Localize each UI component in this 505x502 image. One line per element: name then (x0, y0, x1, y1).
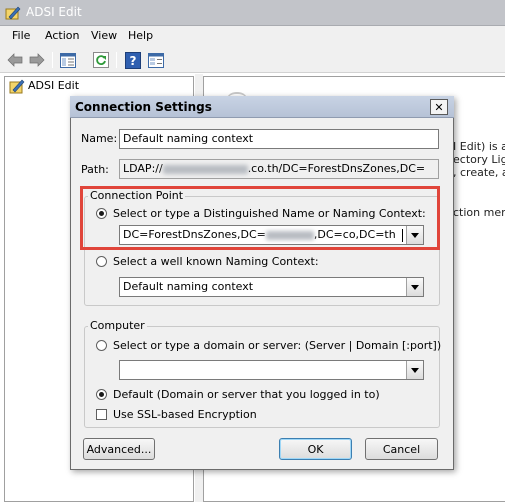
well-known-context-radio-label[interactable]: Select a well known Naming Context: (113, 255, 319, 268)
annotation-highlight-box (80, 186, 440, 250)
details-text-line: ction menu, (453, 206, 505, 219)
details-text-line: ectory Ligh (453, 153, 505, 166)
show-hide-tree-icon[interactable] (59, 51, 77, 69)
toolbar-separator (52, 52, 53, 68)
svg-text:?: ? (130, 54, 137, 68)
path-field: LDAP:// .co.th/DC=ForestDnsZones,DC= (119, 159, 439, 179)
toolbar-separator (116, 52, 117, 68)
well-known-context-radio[interactable] (96, 256, 107, 267)
details-text-line: , create, a (453, 166, 505, 179)
domain-server-radio-label[interactable]: Select or type a domain or server: (Serv… (113, 339, 441, 352)
default-domain-radio-label[interactable]: Default (Domain or server that you logge… (113, 388, 380, 401)
redacted-text (162, 164, 248, 174)
menu-file[interactable]: File (12, 29, 30, 42)
menu-help[interactable]: Help (128, 29, 153, 42)
well-known-context-select[interactable]: Default naming context (119, 277, 424, 297)
computer-group-title: Computer (88, 319, 147, 332)
menu-view[interactable]: View (91, 29, 117, 42)
window-title: ADSI Edit (26, 5, 82, 19)
ok-button[interactable]: OK (279, 438, 352, 460)
dialog-title: Connection Settings (75, 100, 212, 114)
advanced-button[interactable]: Advanced... (83, 438, 155, 460)
adsi-edit-app-icon (5, 5, 21, 21)
menu-action[interactable]: Action (45, 29, 79, 42)
path-prefix: LDAP:// (123, 162, 163, 175)
back-arrow-icon[interactable] (6, 51, 24, 69)
chevron-down-icon[interactable] (406, 361, 423, 379)
details-text-line: I Edit) is a l (453, 140, 505, 153)
adsi-edit-tree-icon (9, 79, 25, 94)
close-icon: ✕ (434, 100, 444, 114)
domain-server-radio[interactable] (96, 340, 107, 351)
tree-item-adsi-edit[interactable]: ADSI Edit (28, 79, 79, 92)
domain-server-combo[interactable] (119, 360, 424, 380)
default-domain-radio[interactable] (96, 389, 107, 400)
name-label: Name: (81, 132, 118, 145)
path-mid: .co.th/DC=ForestDnsZones,DC= (247, 162, 426, 175)
path-label: Path: (81, 163, 109, 176)
chevron-down-icon[interactable] (406, 278, 423, 296)
ssl-checkbox[interactable] (96, 409, 107, 420)
name-field[interactable]: Default naming context (119, 129, 439, 149)
help-icon[interactable]: ? (124, 51, 142, 69)
forward-arrow-icon[interactable] (28, 51, 46, 69)
cancel-button[interactable]: Cancel (365, 438, 438, 460)
ssl-checkbox-label[interactable]: Use SSL-based Encryption (113, 408, 257, 421)
properties-icon[interactable] (147, 51, 165, 69)
dialog-close-button[interactable]: ✕ (430, 99, 448, 115)
refresh-icon[interactable] (92, 51, 110, 69)
